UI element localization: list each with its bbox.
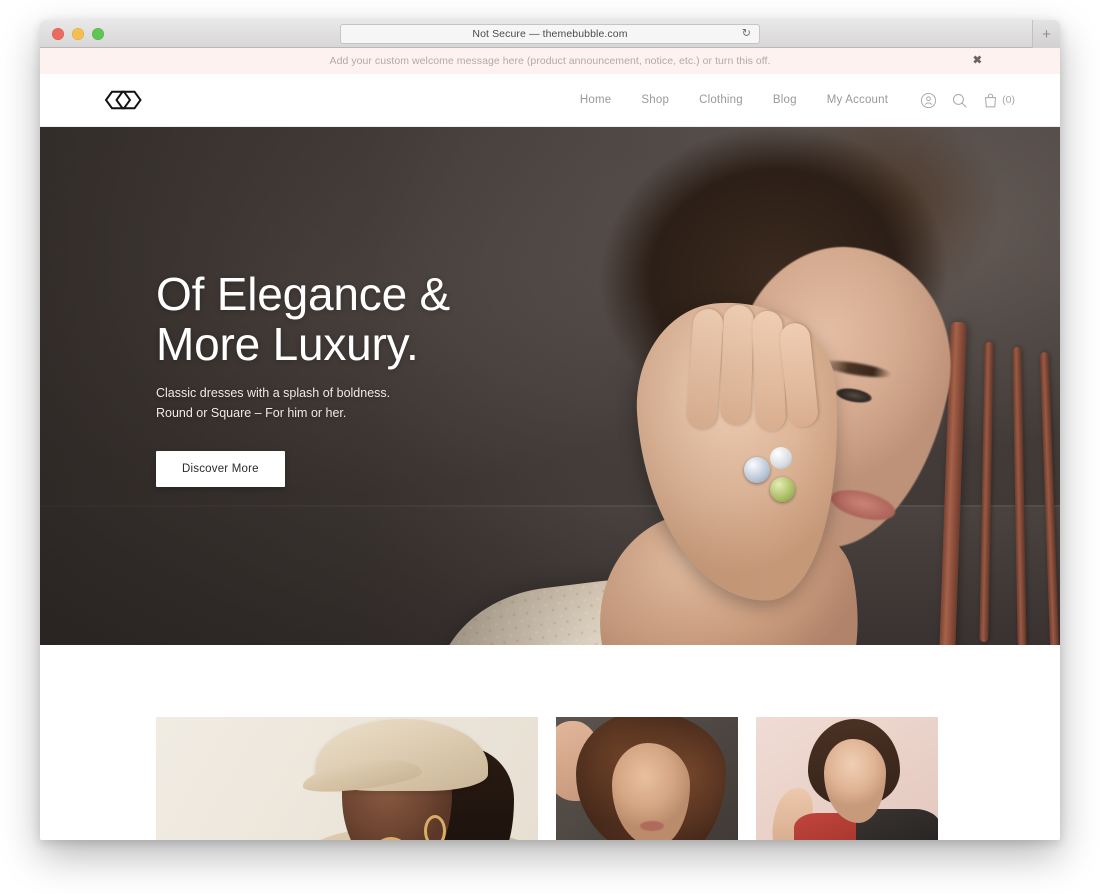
nav-item-clothing[interactable]: Clothing bbox=[699, 94, 743, 106]
hero-title-line-2: More Luxury. bbox=[156, 318, 419, 370]
browser-window: Not Secure — themebubble.com ↻ + Add you… bbox=[40, 20, 1060, 840]
close-window-button[interactable] bbox=[52, 27, 64, 40]
search-icon[interactable] bbox=[951, 92, 968, 109]
site-header: Home Shop Clothing Blog My Account (0) bbox=[40, 74, 1060, 127]
minimize-window-button[interactable] bbox=[72, 27, 84, 40]
close-icon[interactable]: ✖ bbox=[973, 55, 982, 67]
page-viewport: Add your custom welcome message here (pr… bbox=[40, 48, 1060, 840]
window-traffic-lights bbox=[52, 27, 104, 40]
site-logo[interactable] bbox=[100, 87, 145, 113]
hero-subtitle-line-1: Classic dresses with a splash of boldnes… bbox=[156, 386, 391, 400]
product-card-3[interactable] bbox=[756, 717, 938, 840]
hero-title: Of Elegance & More Luxury. bbox=[156, 269, 450, 369]
cart-button[interactable]: (0) bbox=[982, 92, 1015, 109]
main-navigation: Home Shop Clothing Blog My Account (0) bbox=[550, 92, 1015, 109]
nav-item-shop[interactable]: Shop bbox=[641, 94, 669, 106]
nav-item-home[interactable]: Home bbox=[580, 94, 611, 106]
new-tab-button[interactable]: + bbox=[1032, 20, 1060, 48]
nav-item-blog[interactable]: Blog bbox=[773, 94, 797, 106]
welcome-notice-text: Add your custom welcome message here (pr… bbox=[329, 55, 771, 67]
nav-item-my-account[interactable]: My Account bbox=[827, 94, 888, 106]
reload-icon[interactable]: ↻ bbox=[742, 28, 751, 40]
product-card-1[interactable] bbox=[156, 717, 538, 840]
cart-count: (0) bbox=[1002, 94, 1015, 106]
hero-subtitle: Classic dresses with a splash of boldnes… bbox=[156, 383, 450, 423]
hero-title-line-1: Of Elegance & bbox=[156, 268, 451, 320]
cart-icon bbox=[982, 92, 999, 109]
products-section bbox=[40, 645, 1060, 840]
zoom-window-button[interactable] bbox=[92, 27, 104, 40]
account-icon[interactable] bbox=[920, 92, 937, 109]
logo-icon bbox=[104, 90, 142, 110]
address-bar-text: Not Secure — themebubble.com bbox=[472, 28, 628, 40]
browser-titlebar: Not Secure — themebubble.com ↻ + bbox=[40, 20, 1060, 48]
hero-subtitle-line-2: Round or Square – For him or her. bbox=[156, 406, 347, 420]
discover-more-button[interactable]: Discover More bbox=[156, 451, 285, 487]
hero-section: Of Elegance & More Luxury. Classic dress… bbox=[40, 127, 1060, 645]
product-card-2[interactable] bbox=[556, 717, 738, 840]
welcome-notice-bar: Add your custom welcome message here (pr… bbox=[40, 48, 1060, 74]
header-icons: (0) bbox=[920, 92, 1015, 109]
address-bar[interactable]: Not Secure — themebubble.com ↻ bbox=[340, 24, 760, 44]
product-row bbox=[156, 717, 938, 840]
hero-content: Of Elegance & More Luxury. Classic dress… bbox=[156, 269, 450, 487]
